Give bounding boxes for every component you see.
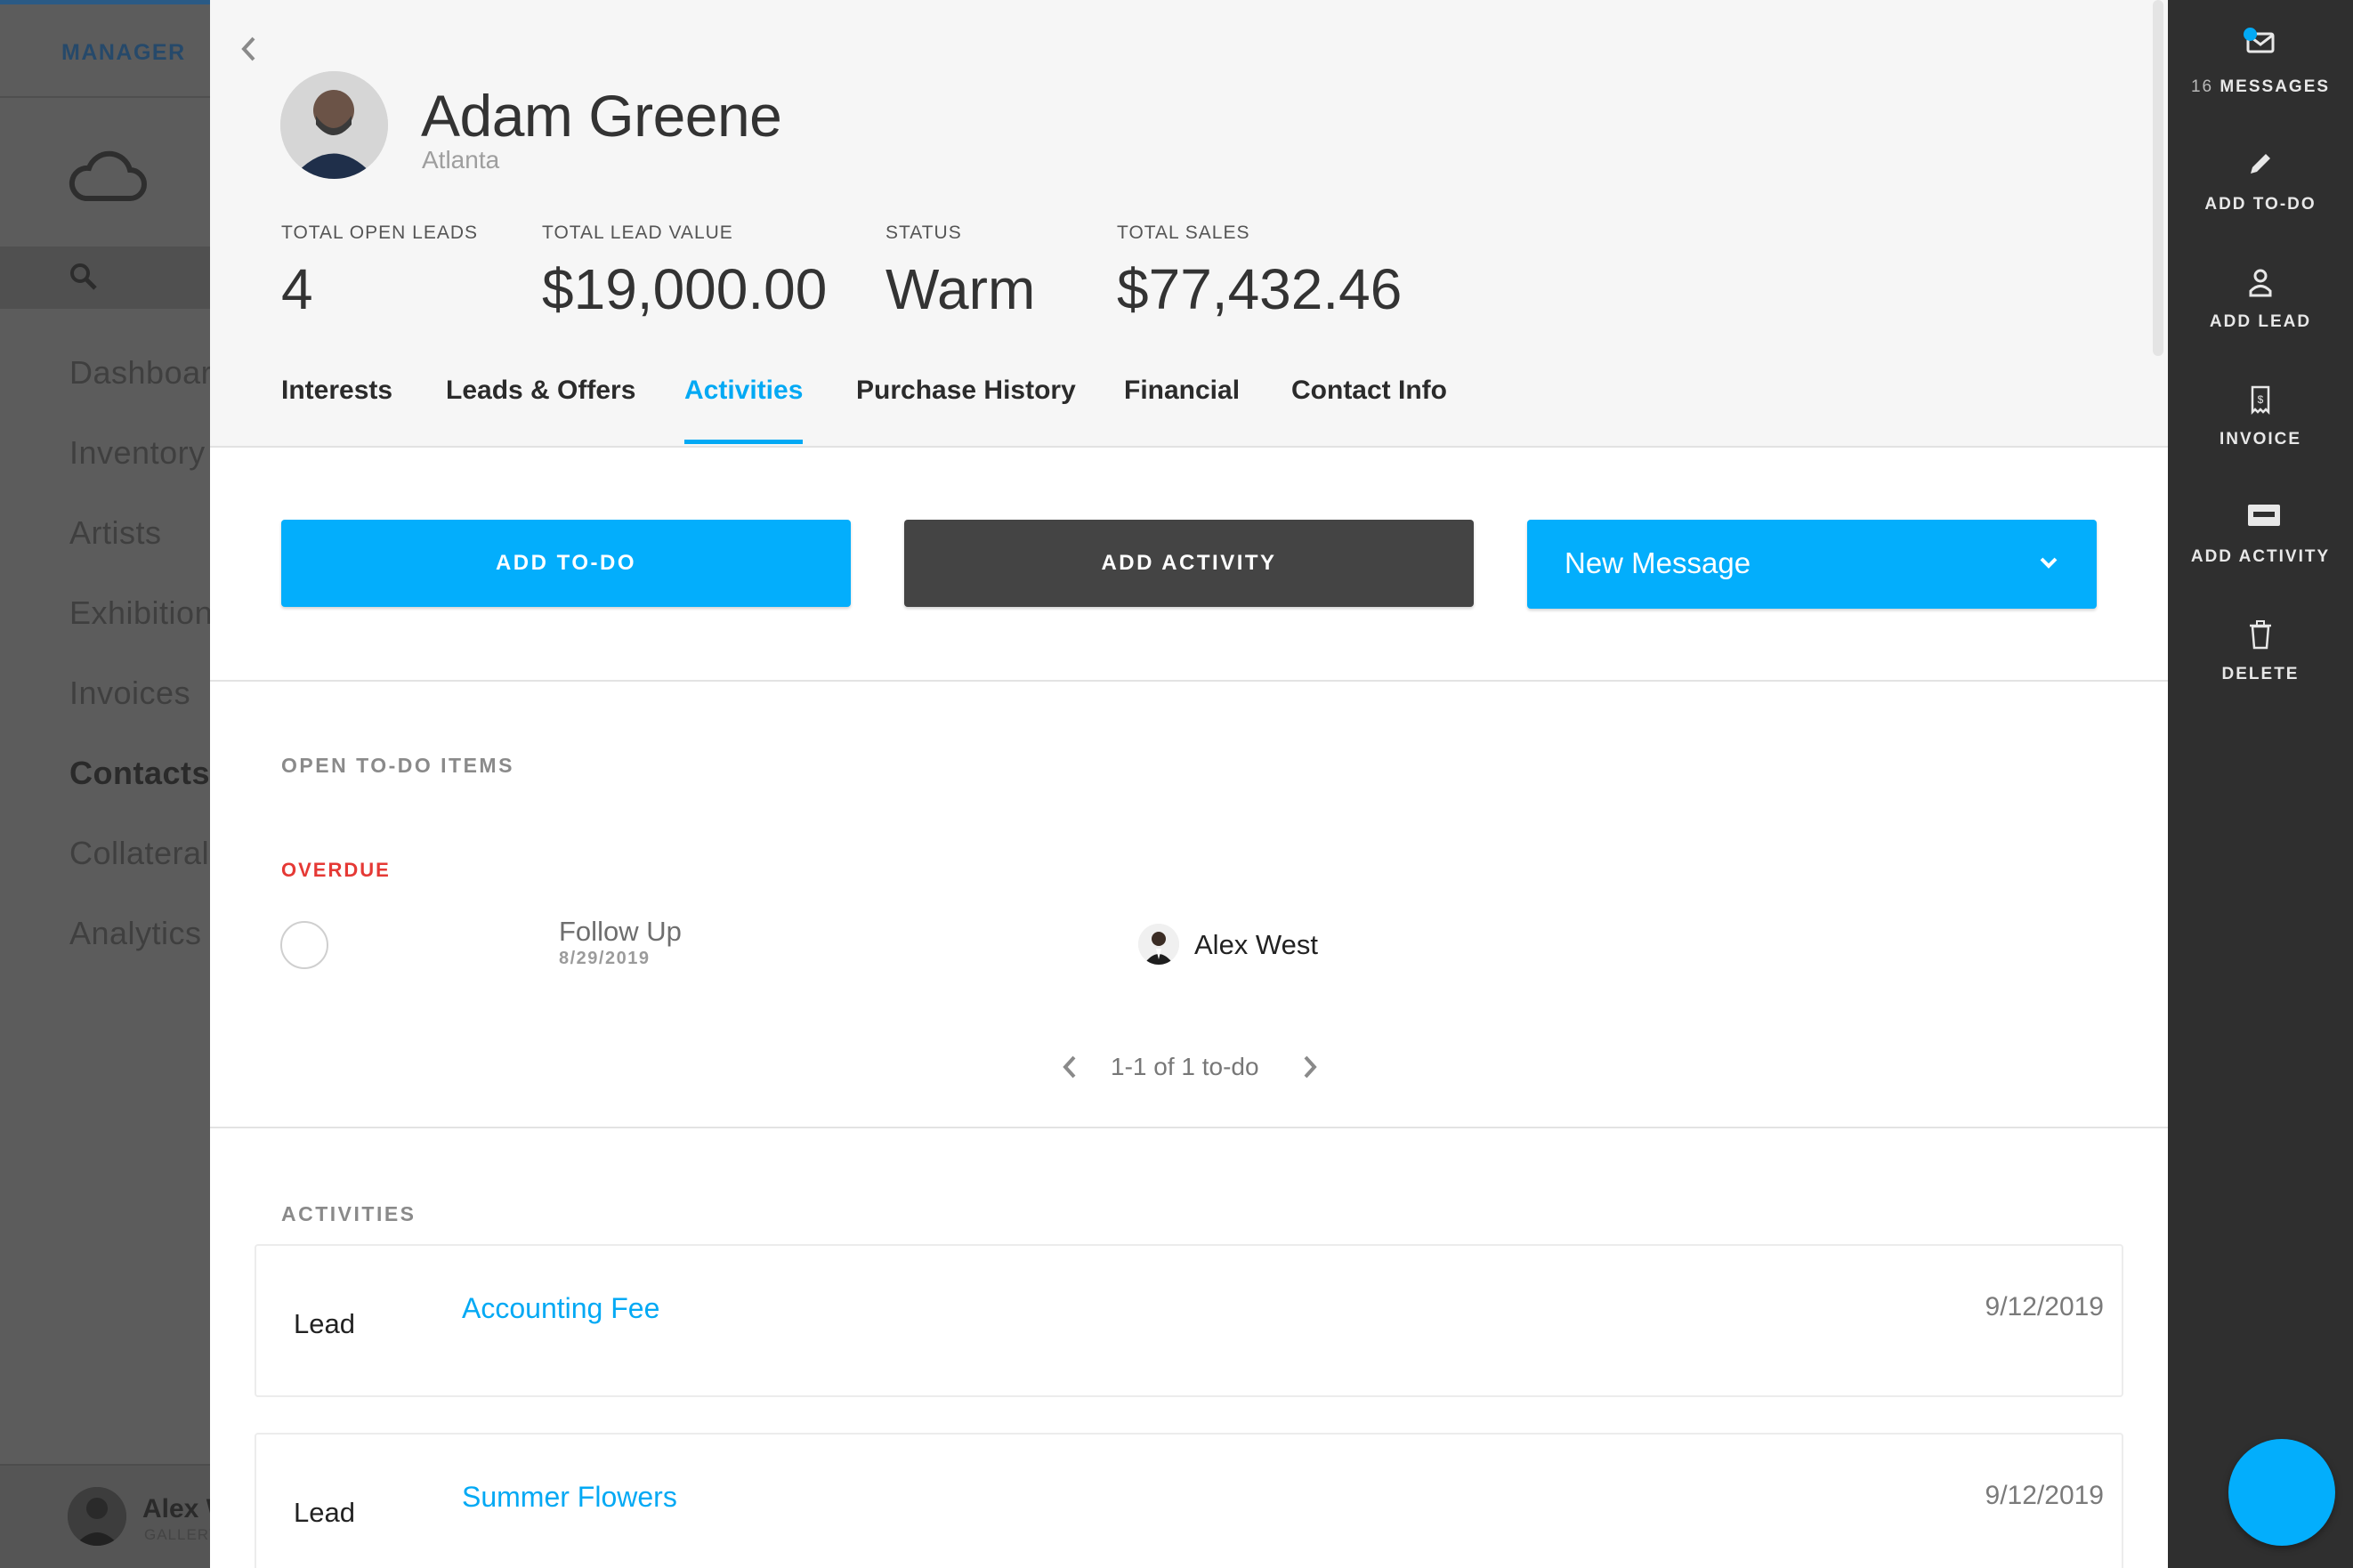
chevron-left-icon[interactable] bbox=[1060, 1054, 1079, 1080]
stat-value: $77,432.46 bbox=[1117, 257, 1403, 321]
todo-owner-name: Alex West bbox=[1194, 929, 1318, 960]
search-icon bbox=[70, 263, 97, 290]
rail-invoice-button[interactable]: $ INVOICE bbox=[2168, 384, 2353, 482]
contact-header: Adam Greene Atlanta TOTAL OPEN LEADS 4 T… bbox=[210, 0, 2168, 448]
rail-add-activity-button[interactable]: ADD ACTIVITY bbox=[2168, 502, 2353, 600]
rail-label: ADD LEAD bbox=[2209, 312, 2312, 331]
stat-total-sales: TOTAL SALES $77,432.46 bbox=[1117, 222, 1402, 322]
stat-label: TOTAL LEAD VALUE bbox=[542, 222, 733, 243]
chevron-right-icon[interactable] bbox=[1300, 1054, 1320, 1080]
activity-card[interactable]: Lead Summer Flowers 9/12/2019 bbox=[255, 1433, 2123, 1568]
nav-item-collateral[interactable]: Collateral bbox=[69, 835, 209, 872]
stat-status: STATUS Warm bbox=[885, 222, 1035, 322]
person-icon bbox=[2249, 269, 2272, 297]
contact-location: Atlanta bbox=[422, 146, 500, 174]
stat-value: Warm bbox=[885, 257, 1036, 321]
nav-item-dashboard[interactable]: Dashboard bbox=[69, 354, 210, 392]
nav-user-name: Alex West bbox=[142, 1494, 210, 1524]
right-action-rail: 16 MESSAGES ADD TO-DO ADD LEAD $ INVOICE… bbox=[2168, 0, 2353, 1568]
left-nav: MANAGER Dashboard Inventory Artists Exhi… bbox=[0, 0, 210, 1568]
nav-item-analytics[interactable]: Analytics bbox=[69, 915, 202, 952]
left-nav-topbar: MANAGER bbox=[0, 0, 210, 98]
todo-complete-checkbox[interactable] bbox=[280, 921, 328, 969]
panel-scrollbar[interactable] bbox=[2153, 0, 2163, 356]
rail-label: INVOICE bbox=[2219, 430, 2302, 449]
tab-activities[interactable]: Activities bbox=[684, 376, 803, 406]
activity-date: 9/12/2019 bbox=[1985, 1292, 2104, 1321]
pencil-icon bbox=[2251, 154, 2270, 174]
trash-icon bbox=[2250, 620, 2271, 650]
todo-date: 8/29/2019 bbox=[559, 949, 651, 968]
rail-messages-button[interactable]: 16 MESSAGES bbox=[2168, 28, 2353, 128]
contact-name: Adam Greene bbox=[421, 83, 782, 149]
activities-section-title: ACTIVITIES bbox=[281, 1202, 416, 1225]
activity-type: Lead bbox=[294, 1497, 355, 1528]
tab-contact-info[interactable]: Contact Info bbox=[1291, 376, 1447, 406]
floating-action-button[interactable] bbox=[2228, 1439, 2335, 1546]
invoice-icon: $ bbox=[2251, 385, 2270, 415]
add-todo-button[interactable]: ADD TO-DO bbox=[281, 520, 851, 607]
activity-card[interactable]: Lead Accounting Fee 9/12/2019 bbox=[255, 1244, 2123, 1397]
todo-title[interactable]: Follow Up bbox=[559, 916, 682, 948]
messages-count: 16 bbox=[2190, 77, 2214, 96]
nav-user-org: GALLERY bbox=[144, 1526, 210, 1543]
tab-purchase-history[interactable]: Purchase History bbox=[856, 376, 1076, 406]
cloud-logo-icon bbox=[69, 150, 147, 201]
rail-label: ADD ACTIVITY bbox=[2190, 547, 2331, 566]
section-divider bbox=[210, 1127, 2168, 1128]
rail-delete-button[interactable]: DELETE bbox=[2168, 619, 2353, 717]
svg-text:$: $ bbox=[2258, 393, 2264, 406]
tab-leads-offers[interactable]: Leads & Offers bbox=[446, 376, 635, 406]
stat-total-open-leads: TOTAL OPEN LEADS 4 bbox=[281, 222, 478, 322]
stat-value: 4 bbox=[281, 257, 313, 321]
nav-item-invoices[interactable]: Invoices bbox=[69, 675, 190, 712]
nav-item-artists[interactable]: Artists bbox=[69, 514, 162, 552]
rail-label: ADD TO-DO bbox=[2204, 195, 2317, 214]
rail-add-lead-button[interactable]: ADD LEAD bbox=[2168, 267, 2353, 365]
nav-item-exhibitions[interactable]: Exhibitions bbox=[69, 594, 210, 632]
tab-interests[interactable]: Interests bbox=[281, 376, 392, 406]
nav-search[interactable] bbox=[0, 247, 210, 309]
stat-total-lead-value: TOTAL LEAD VALUE $19,000.00 bbox=[542, 222, 827, 322]
brand-label: MANAGER bbox=[61, 40, 186, 65]
tab-financial[interactable]: Financial bbox=[1124, 376, 1240, 406]
contact-avatar bbox=[280, 71, 388, 179]
stat-label: TOTAL SALES bbox=[1117, 222, 1250, 243]
activity-card-icon bbox=[2248, 505, 2280, 526]
chevron-down-icon bbox=[2040, 557, 2058, 569]
avatar bbox=[68, 1487, 126, 1546]
stat-label: STATUS bbox=[885, 222, 962, 243]
stat-value: $19,000.00 bbox=[542, 257, 828, 321]
back-chevron-icon[interactable] bbox=[237, 34, 260, 64]
nav-user-box[interactable]: Alex West GALLERY bbox=[0, 1464, 210, 1568]
notification-dot bbox=[2244, 28, 2257, 41]
activity-name-link[interactable]: Summer Flowers bbox=[462, 1481, 677, 1514]
messages-label: MESSAGES bbox=[2220, 77, 2331, 96]
rail-add-todo-button[interactable]: ADD TO-DO bbox=[2168, 150, 2353, 247]
nav-item-contacts[interactable]: Contacts bbox=[69, 755, 210, 792]
stat-label: TOTAL OPEN LEADS bbox=[281, 222, 479, 243]
add-activity-button[interactable]: ADD ACTIVITY bbox=[904, 520, 1474, 607]
overdue-label: OVERDUE bbox=[281, 859, 391, 881]
new-message-select[interactable]: New Message bbox=[1527, 520, 2097, 609]
activity-date: 9/12/2019 bbox=[1985, 1481, 2104, 1510]
activity-name-link[interactable]: Accounting Fee bbox=[462, 1292, 659, 1325]
active-tab-indicator bbox=[684, 440, 803, 444]
nav-item-inventory[interactable]: Inventory bbox=[69, 434, 206, 472]
todo-section-title: OPEN TO-DO ITEMS bbox=[281, 754, 514, 777]
avatar bbox=[1138, 924, 1179, 965]
contact-panel: Adam Greene Atlanta TOTAL OPEN LEADS 4 T… bbox=[210, 0, 2168, 1568]
rail-messages-label: 16 MESSAGES bbox=[2168, 77, 2353, 97]
todo-pager-text: 1-1 of 1 to-do bbox=[1111, 1053, 1259, 1080]
new-message-select-label: New Message bbox=[1565, 546, 1751, 579]
section-divider bbox=[210, 680, 2168, 682]
rail-label: DELETE bbox=[2221, 665, 2300, 683]
activity-type: Lead bbox=[294, 1308, 355, 1339]
